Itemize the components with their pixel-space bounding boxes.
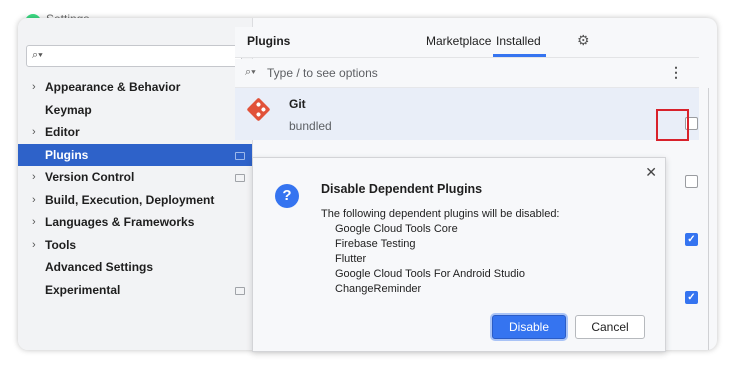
sidebar-item-label: Plugins <box>45 147 89 162</box>
sidebar-item-experimental[interactable]: Experimental <box>18 279 252 302</box>
chevron-right-icon[interactable]: › <box>32 211 36 234</box>
question-icon: ? <box>275 184 299 208</box>
plugin-subtitle: bundled <box>289 119 332 133</box>
git-logo-icon <box>246 97 271 122</box>
plugin-enable-checkbox[interactable]: ✓ <box>685 233 698 246</box>
search-icon: ⌕▾ <box>245 66 256 78</box>
project-scope-icon <box>235 174 245 182</box>
page-title: Plugins <box>247 34 291 48</box>
more-options-icon[interactable]: ⋮ <box>669 64 683 81</box>
chevron-right-icon[interactable]: › <box>32 76 36 99</box>
sidebar-item-keymap[interactable]: Keymap <box>18 99 252 122</box>
sidebar-item-languages-frameworks[interactable]: › Languages & Frameworks <box>18 211 252 234</box>
plugin-row-git[interactable]: Git bundled <box>235 88 699 140</box>
dialog-message: The following dependent plugins will be … <box>321 208 560 220</box>
search-icon: ⌕▾ <box>32 49 43 61</box>
list-item: ChangeReminder <box>335 283 422 295</box>
sidebar-item-label: Appearance & Behavior <box>45 80 181 94</box>
sidebar-item-label: Languages & Frameworks <box>45 215 195 229</box>
chevron-right-icon[interactable]: › <box>32 189 36 212</box>
tab-marketplace[interactable]: Marketplace <box>426 34 491 48</box>
sidebar-item-label: Advanced Settings <box>45 260 154 274</box>
sidebar-item-appearance-behavior[interactable]: › Appearance & Behavior <box>18 76 252 99</box>
divider <box>708 88 709 350</box>
plugins-header: Plugins Marketplace Installed ⚙ <box>235 27 699 58</box>
chevron-right-icon[interactable]: › <box>32 234 36 257</box>
sidebar-item-plugins[interactable]: Plugins <box>18 143 252 166</box>
gear-icon[interactable]: ⚙ <box>577 32 590 49</box>
chevron-right-icon[interactable]: › <box>32 121 36 144</box>
list-item: Firebase Testing <box>335 238 416 250</box>
sidebar-item-tools[interactable]: › Tools <box>18 234 252 257</box>
tab-installed[interactable]: Installed <box>496 34 541 48</box>
cancel-button[interactable]: Cancel <box>575 315 645 339</box>
close-icon[interactable]: ✕ <box>645 164 657 181</box>
plugin-search-bar[interactable]: ⌕▾ Type / to see options ⋮ <box>235 59 699 88</box>
highlight-box <box>656 109 689 141</box>
list-item: Google Cloud Tools Core <box>335 223 458 235</box>
sidebar-item-label: Version Control <box>45 170 135 184</box>
disable-dependent-plugins-dialog: ✕ ? Disable Dependent Plugins The follow… <box>252 157 666 352</box>
dependent-plugin-list: Google Cloud Tools Core Firebase Testing… <box>335 222 525 297</box>
dialog-title: Disable Dependent Plugins <box>321 182 483 196</box>
sidebar-item-build-execution-deployment[interactable]: › Build, Execution, Deployment <box>18 189 252 212</box>
plugin-enable-checkbox[interactable] <box>685 175 698 188</box>
plugin-enable-checkbox[interactable]: ✓ <box>685 291 698 304</box>
settings-nav: › Appearance & Behavior Keymap › Editor … <box>18 76 252 301</box>
sidebar-item-label: Tools <box>45 237 77 252</box>
sidebar-item-label: Keymap <box>45 102 92 117</box>
sidebar-item-label: Editor <box>45 125 80 139</box>
plugin-name: Git <box>289 97 306 111</box>
disable-button[interactable]: Disable <box>492 315 566 339</box>
sidebar-item-advanced-settings[interactable]: Advanced Settings <box>18 256 252 279</box>
settings-search-input[interactable]: ⌕▾ <box>26 45 242 67</box>
project-scope-icon <box>235 286 245 295</box>
sidebar-item-label: Build, Execution, Deployment <box>45 192 215 207</box>
chevron-right-icon[interactable]: › <box>32 166 36 189</box>
list-item: Google Cloud Tools For Android Studio <box>335 268 525 280</box>
sidebar-item-version-control[interactable]: › Version Control <box>18 166 252 189</box>
active-tab-indicator <box>493 54 546 57</box>
sidebar: ⌕▾ › Appearance & Behavior Keymap › Edit… <box>18 18 253 350</box>
sidebar-item-label: Experimental <box>45 282 121 297</box>
plugin-search-input[interactable]: Type / to see options <box>267 66 378 80</box>
project-scope-icon <box>235 151 245 160</box>
sidebar-item-editor[interactable]: › Editor <box>18 121 252 144</box>
list-item: Flutter <box>335 253 367 265</box>
